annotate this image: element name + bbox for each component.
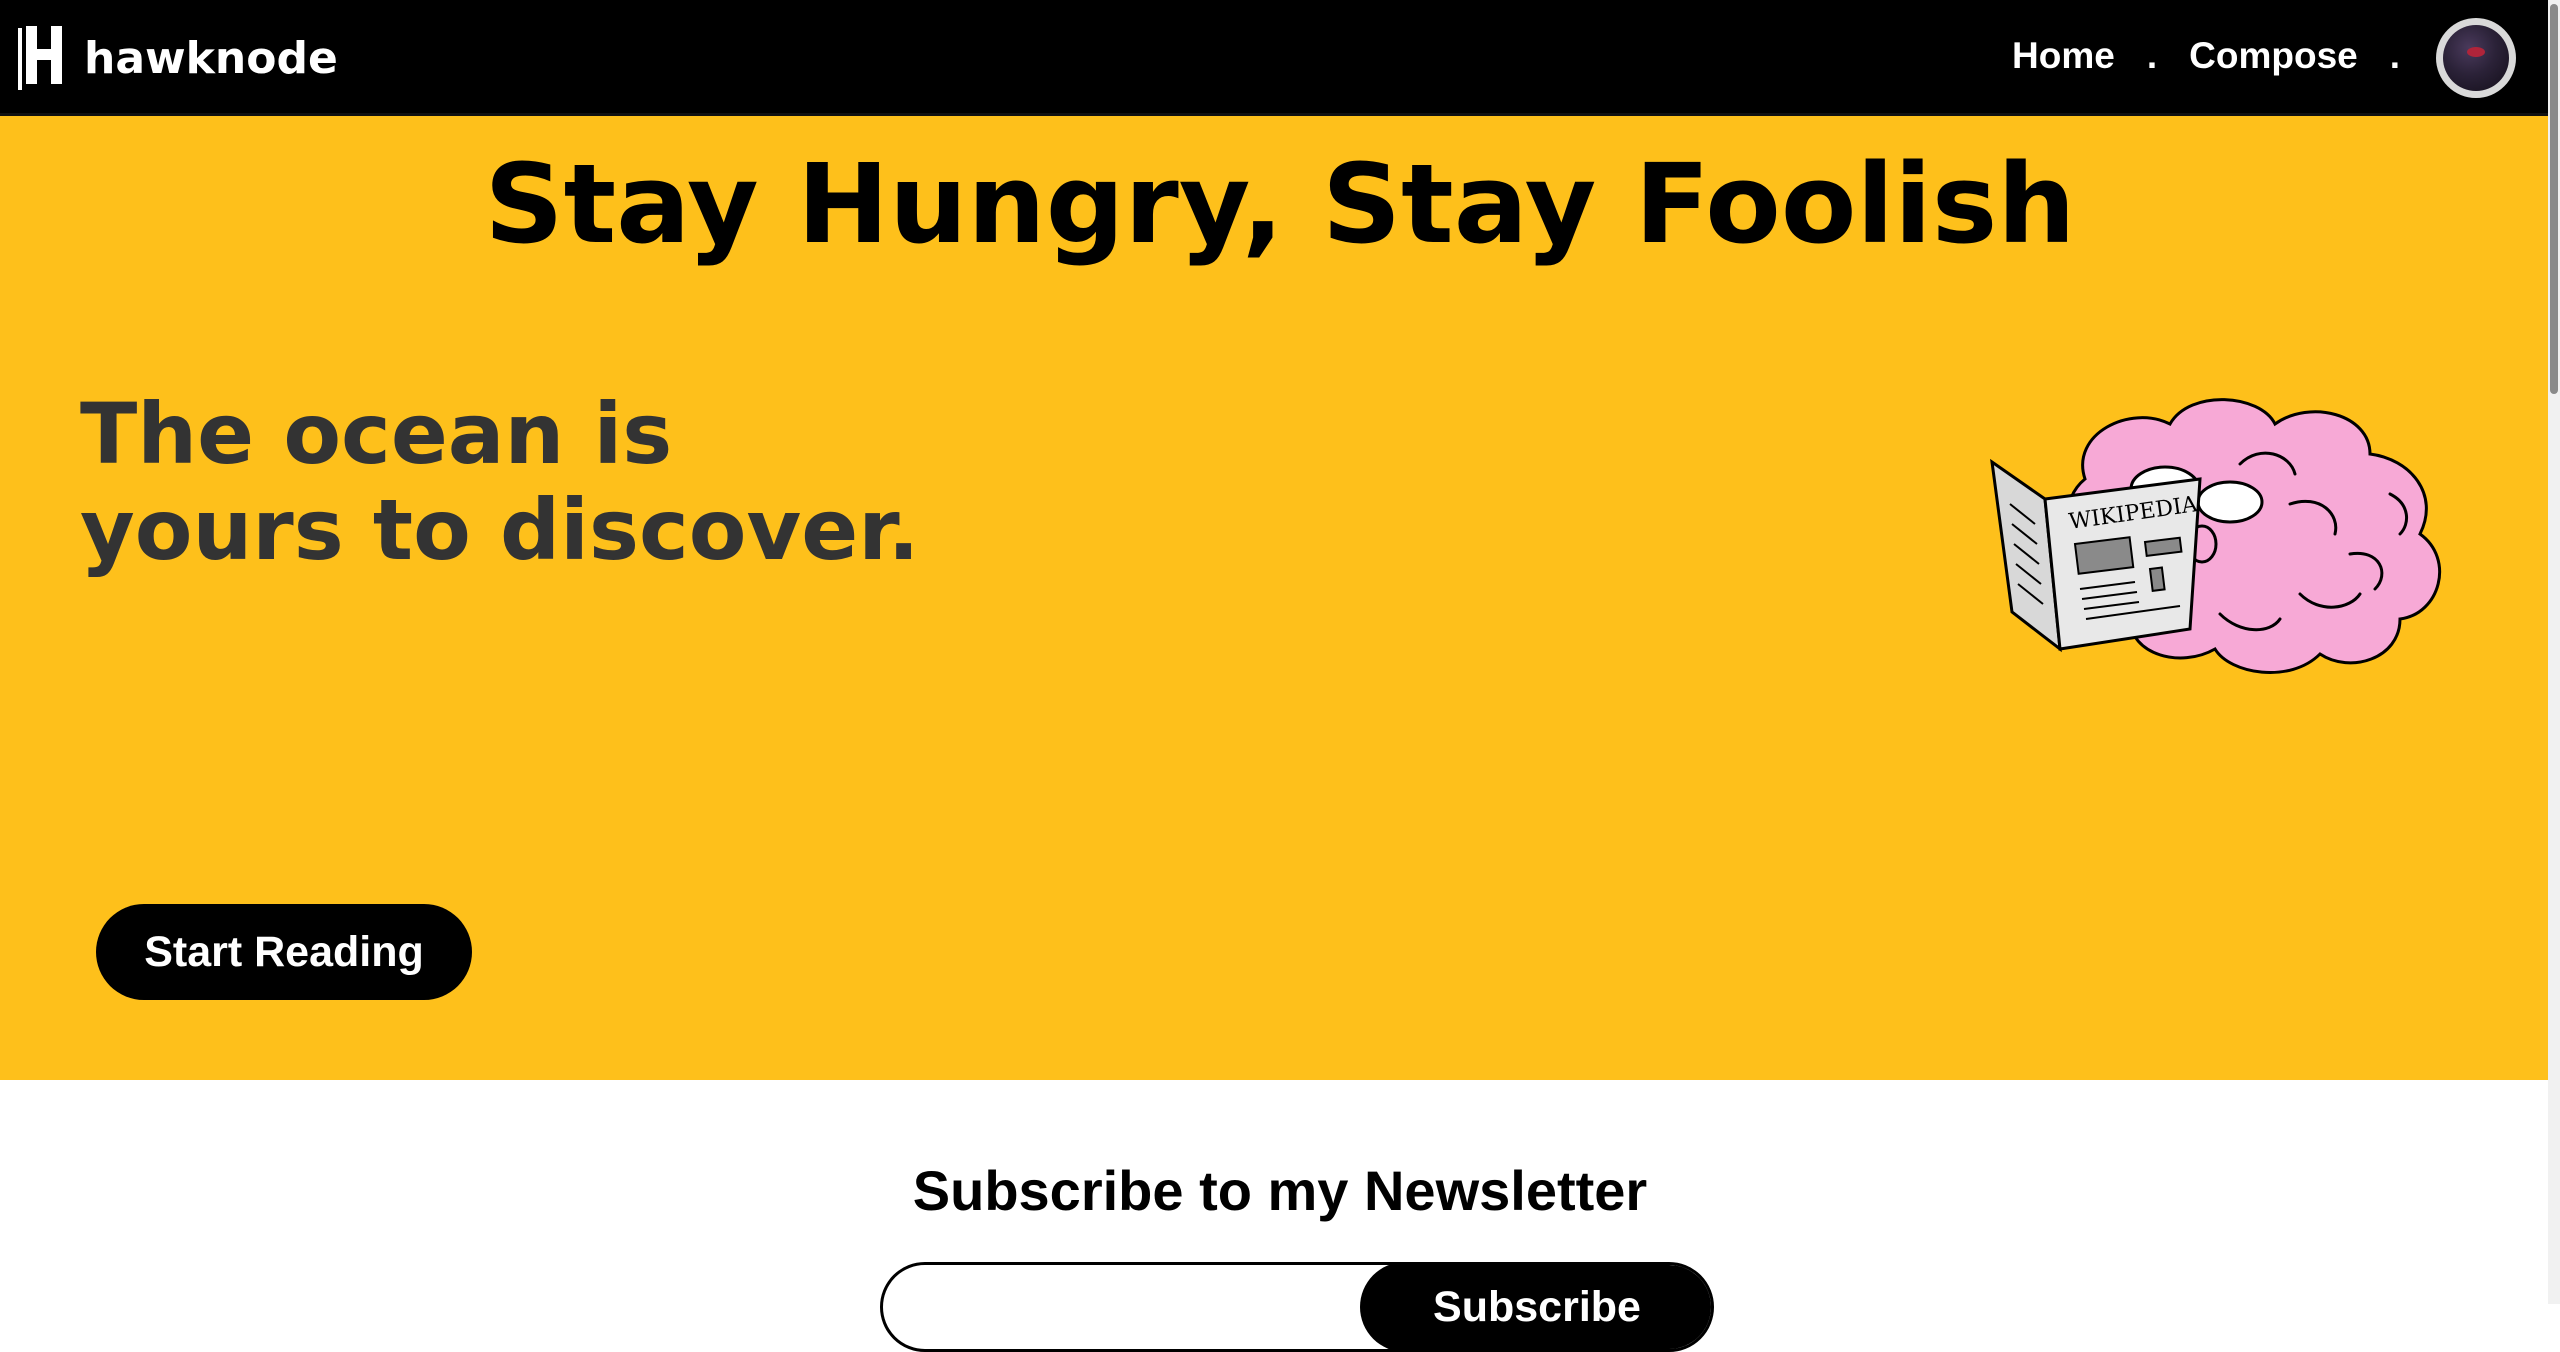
newsletter-title: Subscribe to my Newsletter bbox=[912, 1159, 1648, 1222]
brand-name: hawknode bbox=[84, 32, 338, 84]
avatar-image bbox=[2443, 25, 2509, 91]
nav-separator: . bbox=[2389, 35, 2400, 76]
nav-link-home[interactable]: Home bbox=[2012, 35, 2115, 77]
hero-tagline-line-2: yours to discover. bbox=[80, 481, 920, 579]
hero-tagline-line-1: The ocean is bbox=[80, 385, 673, 483]
brand[interactable]: hawknode bbox=[18, 22, 338, 94]
nav-links: Home . Compose . bbox=[2012, 28, 2432, 84]
scrollbar-thumb[interactable] bbox=[2550, 4, 2558, 394]
hero-tagline: The ocean is yours to discover. bbox=[80, 386, 980, 578]
brain-reading-newspaper-illustration: WIKIPEDIA bbox=[1990, 398, 2442, 674]
navbar: hawknode Home . Compose . bbox=[0, 0, 2560, 116]
page-scrollbar[interactable] bbox=[2548, 0, 2560, 1304]
newsletter-form: Subscribe bbox=[880, 1262, 1714, 1352]
subscribe-button[interactable]: Subscribe bbox=[1360, 1265, 1711, 1349]
nav-separator: . bbox=[2146, 35, 2158, 76]
brand-logo-icon bbox=[18, 26, 62, 90]
hero-section: Stay Hungry, Stay Foolish The ocean is y… bbox=[0, 116, 2560, 1080]
nav-link-compose[interactable]: Compose bbox=[2189, 35, 2358, 77]
hero-title: Stay Hungry, Stay Foolish bbox=[484, 140, 2076, 268]
newsletter-email-input[interactable] bbox=[883, 1265, 1363, 1349]
start-reading-button[interactable]: Start Reading bbox=[96, 904, 472, 1000]
user-avatar[interactable] bbox=[2436, 18, 2516, 98]
